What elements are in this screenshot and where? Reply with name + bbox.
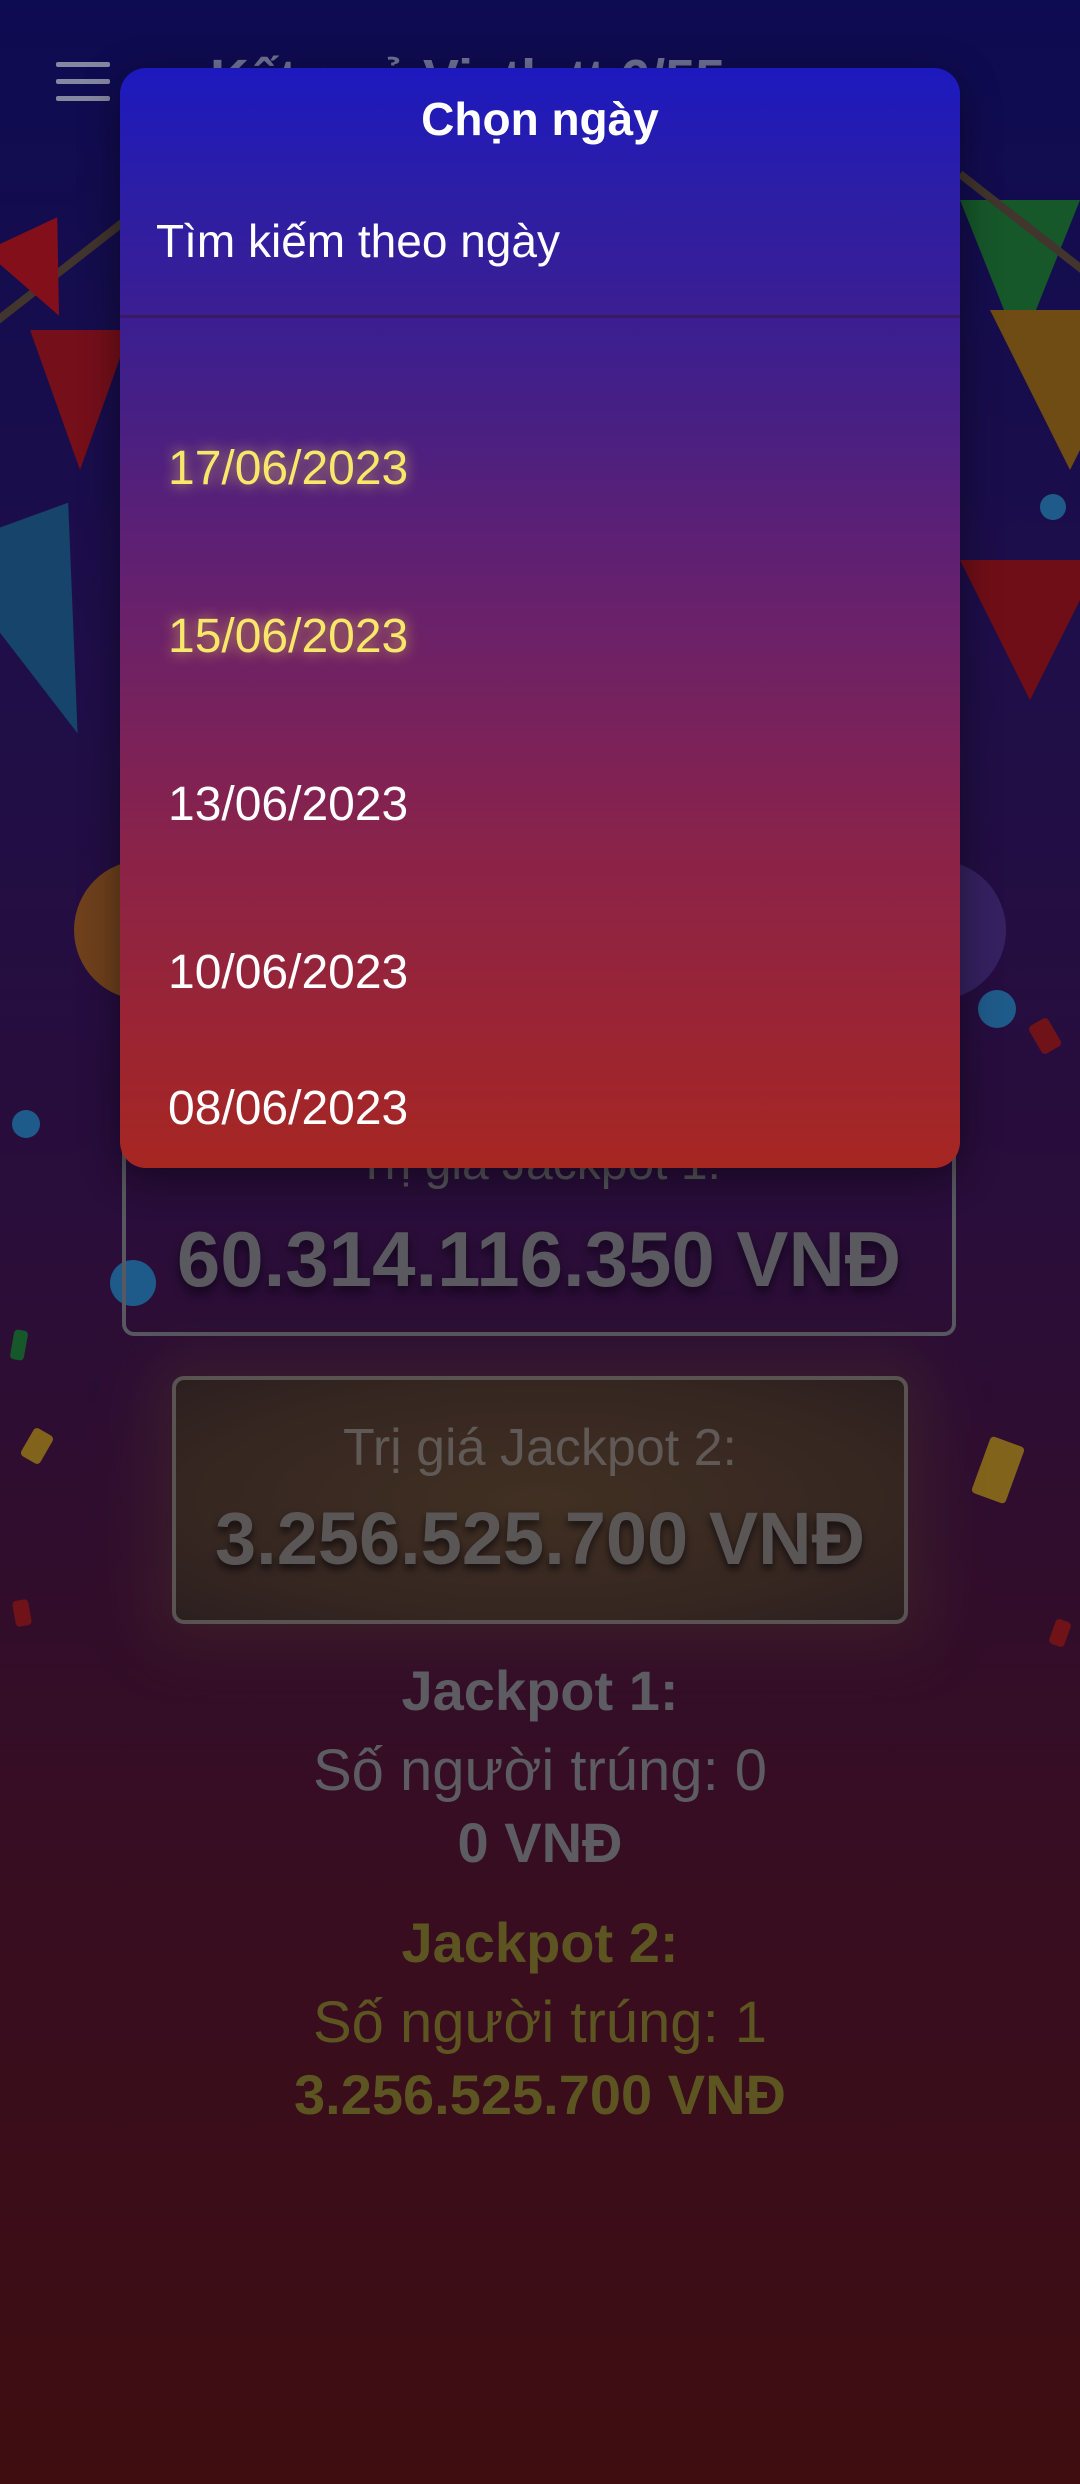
- date-item[interactable]: 13/06/2023: [120, 720, 960, 888]
- date-item[interactable]: 10/06/2023: [120, 888, 960, 1056]
- dialog-divider: [120, 315, 960, 318]
- dialog-title: Chọn ngày: [421, 93, 659, 145]
- date-item[interactable]: 08/06/2023: [120, 1056, 960, 1168]
- date-item[interactable]: 15/06/2023: [120, 552, 960, 720]
- date-picker-dialog: Chọn ngày Tìm kiếm theo ngày 17/06/2023 …: [120, 68, 960, 1168]
- search-by-date-option[interactable]: Tìm kiếm theo ngày: [156, 214, 560, 268]
- date-item[interactable]: 17/06/2023: [120, 384, 960, 552]
